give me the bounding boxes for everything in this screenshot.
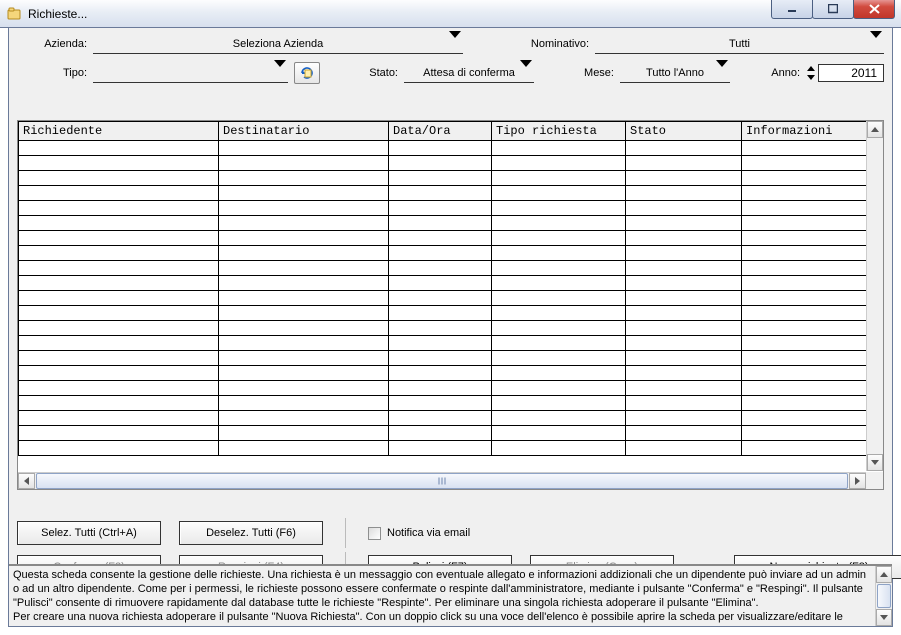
chevron-down-icon: [870, 38, 882, 50]
help-scrollbar[interactable]: [875, 566, 892, 626]
tipo-combo[interactable]: [93, 63, 288, 83]
table-row[interactable]: [19, 231, 885, 246]
table-row[interactable]: [19, 381, 885, 396]
requests-grid[interactable]: RichiedenteDestinatarioData/OraTipo rich…: [17, 120, 884, 490]
table-row[interactable]: [19, 366, 885, 381]
table-row[interactable]: [19, 156, 885, 171]
scroll-corner: [866, 472, 883, 489]
select-all-button[interactable]: Selez. Tutti (Ctrl+A): [17, 521, 161, 545]
vertical-scrollbar[interactable]: [866, 121, 883, 471]
minimize-button[interactable]: [771, 0, 813, 19]
scroll-down-icon[interactable]: [867, 454, 883, 471]
stato-value: Attesa di conferma: [423, 67, 515, 79]
nominativo-label: Nominativo:: [505, 38, 589, 50]
table-row[interactable]: [19, 396, 885, 411]
azienda-label: Azienda:: [17, 38, 87, 50]
table-row[interactable]: [19, 216, 885, 231]
table-row[interactable]: [19, 351, 885, 366]
table-row[interactable]: [19, 426, 885, 441]
scroll-left-icon[interactable]: [18, 473, 35, 489]
deselect-all-button[interactable]: Deselez. Tutti (F6): [179, 521, 323, 545]
help-panel: Questa scheda consente la gestione delle…: [9, 564, 892, 626]
table-row[interactable]: [19, 411, 885, 426]
nominativo-value: Tutti: [729, 38, 750, 50]
separator: [345, 518, 346, 548]
table-row[interactable]: [19, 246, 885, 261]
table-row[interactable]: [19, 276, 885, 291]
anno-label: Anno:: [760, 67, 800, 79]
scroll-down-icon[interactable]: [876, 609, 892, 626]
azienda-combo[interactable]: Seleziona Azienda: [93, 34, 463, 54]
table-row[interactable]: [19, 336, 885, 351]
table-row[interactable]: [19, 306, 885, 321]
azienda-value: Seleziona Azienda: [233, 38, 324, 50]
table-row[interactable]: [19, 261, 885, 276]
anno-input[interactable]: 2011: [818, 64, 884, 82]
window-title: Richieste...: [28, 7, 87, 21]
chevron-down-icon: [449, 38, 461, 50]
table-row[interactable]: [19, 186, 885, 201]
table-row[interactable]: [19, 201, 885, 216]
column-header[interactable]: Stato: [626, 122, 742, 141]
app-icon: [6, 6, 22, 22]
notify-email-label: Notifica via email: [387, 527, 470, 539]
column-header[interactable]: Destinatario: [219, 122, 389, 141]
titlebar: Richieste...: [0, 0, 901, 28]
horizontal-scrollbar[interactable]: [18, 472, 866, 489]
table-row[interactable]: [19, 171, 885, 186]
anno-value: 2011: [851, 66, 877, 80]
stato-combo[interactable]: Attesa di conferma: [404, 63, 534, 83]
scroll-up-icon[interactable]: [867, 121, 883, 138]
nominativo-combo[interactable]: Tutti: [595, 34, 884, 54]
column-header[interactable]: Data/Ora: [389, 122, 492, 141]
scroll-thumb[interactable]: [877, 584, 891, 608]
table-row[interactable]: [19, 141, 885, 156]
notify-email-checkbox[interactable]: Notifica via email: [368, 527, 470, 540]
scroll-thumb[interactable]: [36, 473, 848, 489]
scroll-right-icon[interactable]: [849, 473, 866, 489]
column-header[interactable]: Richiedente: [19, 122, 219, 141]
column-header[interactable]: Informazioni: [742, 122, 885, 141]
help-text: Questa scheda consente la gestione delle…: [13, 568, 888, 626]
table-row[interactable]: [19, 441, 885, 456]
tipo-label: Tipo:: [17, 67, 87, 79]
close-button[interactable]: [853, 0, 895, 19]
year-down-button[interactable]: [806, 73, 816, 82]
year-up-button[interactable]: [806, 64, 816, 73]
chevron-down-icon: [520, 67, 532, 79]
chevron-down-icon: [274, 67, 286, 79]
scroll-up-icon[interactable]: [876, 566, 892, 583]
checkbox-icon: [368, 527, 381, 540]
client-area: Azienda: Seleziona Azienda Nominativo: T…: [8, 28, 893, 627]
stato-label: Stato:: [358, 67, 398, 79]
table-row[interactable]: [19, 291, 885, 306]
mese-label: Mese:: [574, 67, 614, 79]
table-row[interactable]: [19, 321, 885, 336]
refresh-button[interactable]: [294, 62, 320, 84]
chevron-down-icon: [716, 67, 728, 79]
maximize-button[interactable]: [812, 0, 854, 19]
column-header[interactable]: Tipo richiesta: [492, 122, 626, 141]
mese-value: Tutto l'Anno: [646, 67, 704, 79]
mese-combo[interactable]: Tutto l'Anno: [620, 63, 730, 83]
